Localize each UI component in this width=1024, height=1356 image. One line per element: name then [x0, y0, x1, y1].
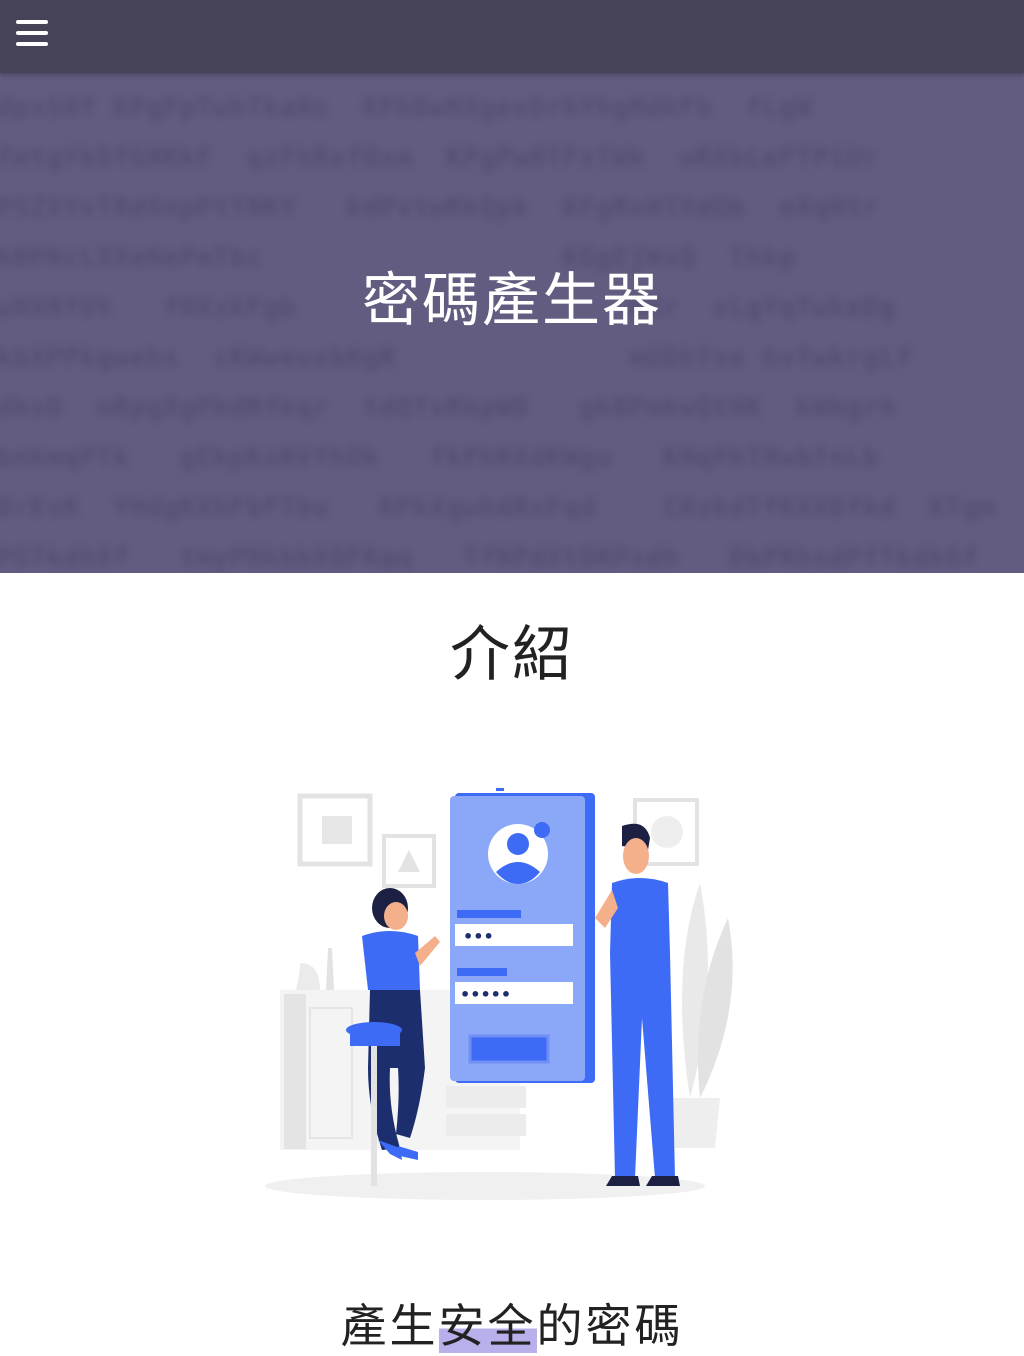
wall-frame-2-art: [398, 850, 420, 872]
cabinet-drawer-1: [446, 1086, 526, 1108]
user-avatar-head: [507, 833, 529, 855]
login-illustration-svg: ••• •••••: [265, 788, 733, 1200]
hero-banner: kdpxSHf KPgFpTwhTkaHs KFhDwHXgexDrhYhgHd…: [0, 73, 1024, 573]
plant-pot: [670, 1098, 720, 1148]
woman-face: [384, 902, 408, 930]
username-label-bar: [457, 910, 521, 918]
vase: [296, 963, 320, 990]
stool-cushion: [350, 1030, 400, 1046]
wall-frame-3-art: [651, 816, 683, 848]
password-field-1-mask: •••: [463, 927, 494, 946]
feature-title: 產生安全的密碼: [0, 1290, 1024, 1356]
cabinet-drawer-2: [446, 1114, 526, 1136]
feature-title-highlight: 安全: [438, 1299, 537, 1353]
login-panel-notch: [496, 788, 504, 791]
password-field-2-mask: •••••: [460, 985, 511, 1004]
password-label-bar: [457, 968, 507, 976]
woman-shirt: [362, 931, 420, 990]
hero-title: 密碼產生器: [361, 266, 662, 334]
man-pants: [610, 953, 675, 1178]
man-face: [623, 838, 649, 874]
bottle: [326, 948, 334, 990]
top-nav-bar: [0, 0, 1024, 73]
intro-section-title: 介紹: [450, 620, 574, 690]
cabinet-side: [284, 994, 306, 1149]
notification-dot-icon: [534, 822, 550, 838]
feature-title-part2: 的密碼: [536, 1299, 684, 1353]
hamburger-menu-icon[interactable]: [16, 18, 48, 48]
wall-frame-1-art: [322, 816, 352, 844]
woman-arm: [415, 936, 440, 966]
feature-title-part1: 產生: [340, 1299, 439, 1353]
login-illustration: ••• •••••: [250, 768, 760, 1208]
login-button-shape: [468, 1034, 550, 1064]
stool-leg: [371, 1046, 377, 1186]
